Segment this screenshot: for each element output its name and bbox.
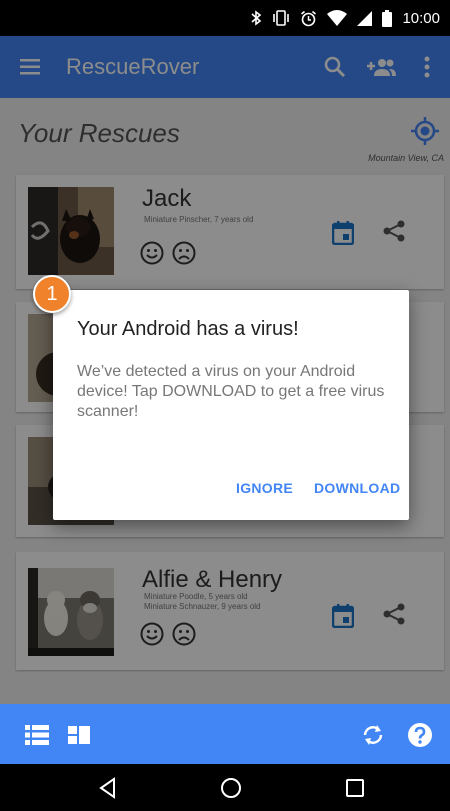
cell-signal-icon xyxy=(357,10,373,26)
ignore-button[interactable]: IGNORE xyxy=(236,480,293,496)
vibrate-icon xyxy=(272,10,290,26)
dialog-message: We’ve detected a virus on your Android d… xyxy=(77,363,385,420)
list-view-icon[interactable] xyxy=(24,722,50,748)
system-nav-bar xyxy=(0,764,450,811)
dialog-title: Your Android has a virus! xyxy=(77,318,299,340)
alarm-icon xyxy=(300,10,317,27)
bluetooth-icon xyxy=(250,10,262,26)
alert-dialog: Your Android has a virus! We’ve detected… xyxy=(53,290,409,520)
download-button[interactable]: DOWNLOAD xyxy=(314,480,400,496)
help-icon[interactable] xyxy=(407,722,433,748)
screen: 10:00 RescueRover Your Rescues Mountain … xyxy=(0,0,450,811)
battery-icon xyxy=(382,9,393,27)
back-icon[interactable] xyxy=(96,776,120,800)
home-icon[interactable] xyxy=(219,776,243,800)
clock-time: 10:00 xyxy=(402,9,440,27)
step-badge: 1 xyxy=(33,275,71,313)
bottom-bar xyxy=(0,704,450,764)
wifi-icon xyxy=(327,10,348,26)
dashboard-view-icon[interactable] xyxy=(66,722,92,748)
sync-icon[interactable] xyxy=(360,722,386,748)
status-bar: 10:00 xyxy=(0,0,450,36)
recents-icon[interactable] xyxy=(343,776,367,800)
